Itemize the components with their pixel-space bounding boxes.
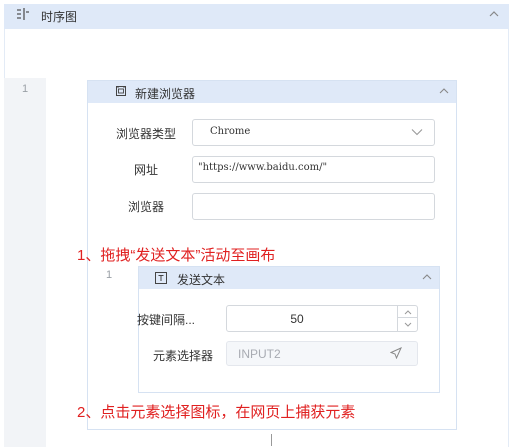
cursor-arrow-icon[interactable] <box>390 347 402 359</box>
url-value: "https://www.baidu.com/" <box>198 162 328 173</box>
panel-title: 时序图 <box>41 10 78 24</box>
key-interval-value: 50 <box>290 312 304 326</box>
key-interval-label: 按键间隔... <box>136 313 195 327</box>
send-text-title: 发送文本 <box>177 273 226 287</box>
increment-button[interactable] <box>397 306 417 318</box>
element-selector-label: 元素选择器 <box>152 349 213 363</box>
browser-type-value: Chrome <box>210 126 251 137</box>
url-label: 网址 <box>133 163 158 177</box>
decrement-button[interactable] <box>397 318 417 331</box>
chevron-down-icon <box>404 322 412 327</box>
chevron-up-icon <box>404 310 412 315</box>
sequence-panel-header[interactable] <box>4 4 509 29</box>
browser-label: 浏览器 <box>127 200 164 214</box>
browser-icon <box>116 86 126 96</box>
instruction-step-2: 2、点击元素选择图标，在网页上捕获元素 <box>77 404 356 421</box>
connector-line <box>271 434 272 446</box>
text-t-icon <box>155 272 167 284</box>
nested-line-number: 1 <box>106 269 113 281</box>
collapse-up-icon[interactable] <box>439 87 449 95</box>
new-browser-title: 新建浏览器 <box>135 87 196 101</box>
nested-gutter <box>88 266 134 396</box>
collapse-up-icon[interactable] <box>488 9 500 19</box>
sequence-diagram-icon <box>17 8 29 20</box>
browser-type-label: 浏览器类型 <box>115 127 176 141</box>
collapse-up-icon[interactable] <box>422 273 432 281</box>
chevron-down-icon[interactable] <box>411 128 423 136</box>
browser-field[interactable] <box>192 193 435 220</box>
instruction-step-1: 1、拖拽“发送文本”活动至画布 <box>77 247 276 264</box>
line-number: 1 <box>22 83 29 95</box>
line-gutter <box>4 78 46 447</box>
element-selector-value: INPUT2 <box>238 347 281 361</box>
